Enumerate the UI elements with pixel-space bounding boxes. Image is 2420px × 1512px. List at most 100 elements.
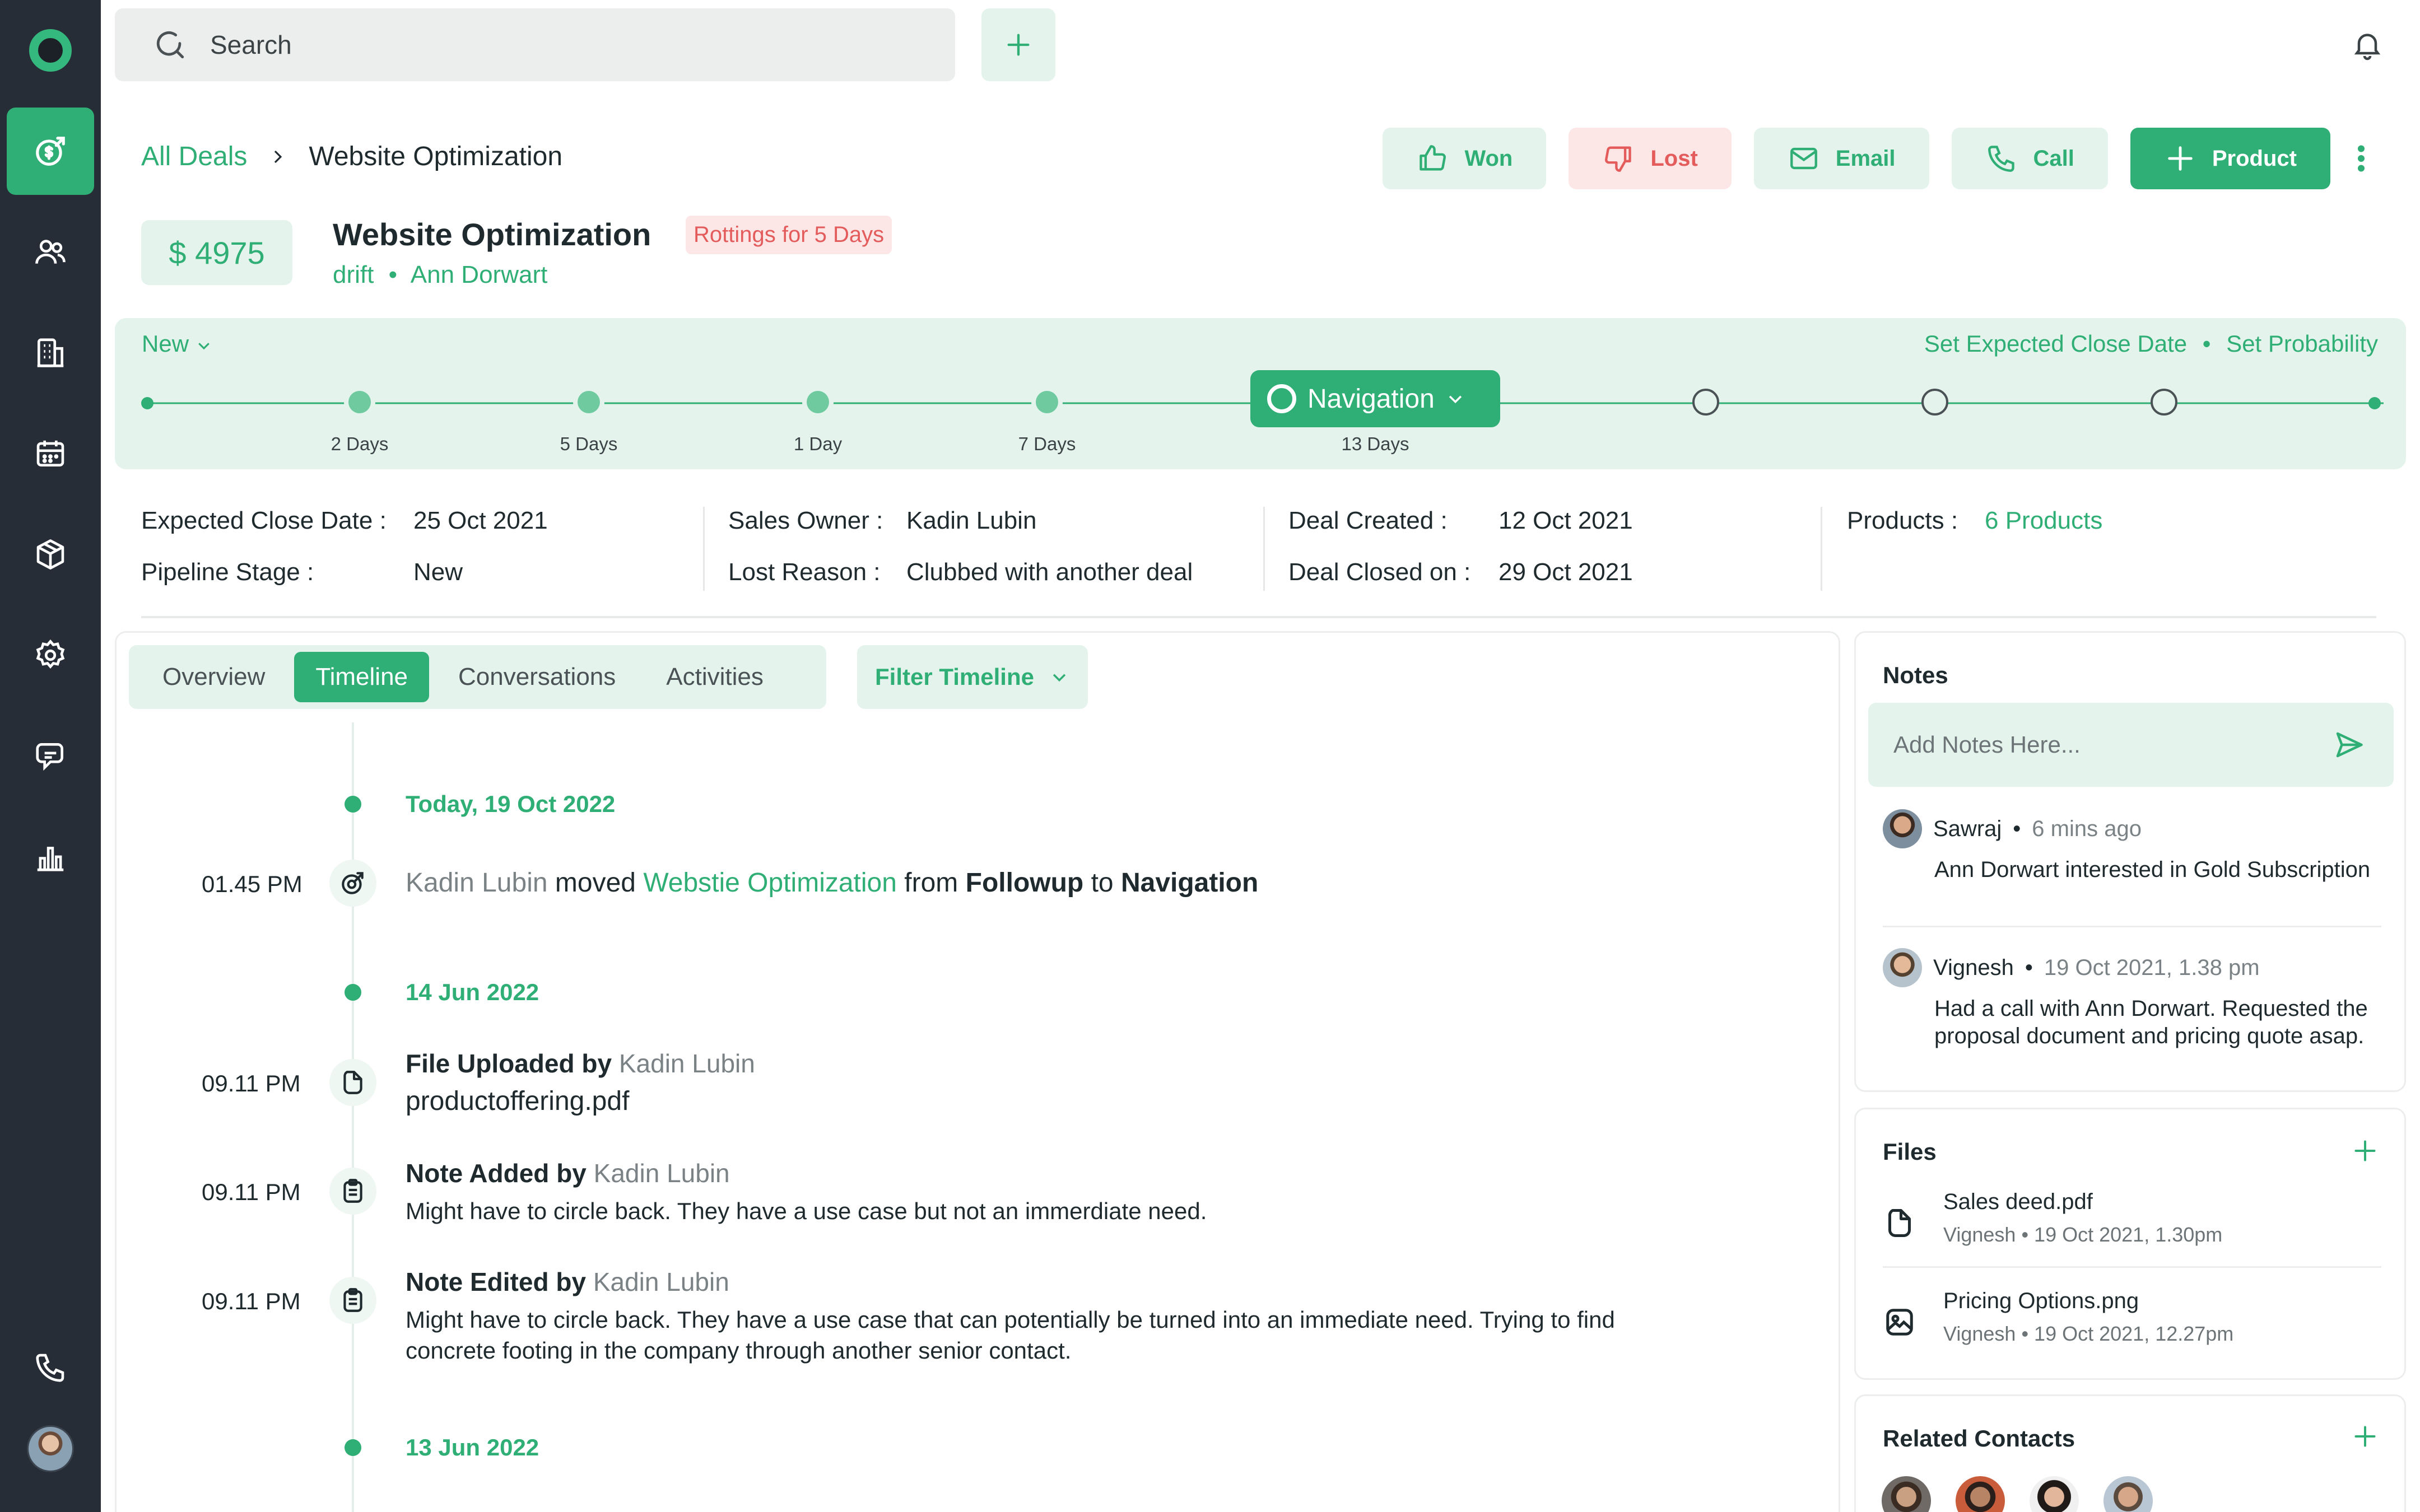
timeline-event-icon [329,1059,376,1106]
lost-button[interactable]: Lost [1569,128,1732,189]
deal-created-label: Deal Created : [1288,507,1448,534]
file-item[interactable]: Pricing Options.png Vignesh • 19 Oct 202… [1883,1289,2381,1373]
lost-reason-label: Lost Reason : [728,558,881,586]
event-action: File Uploaded [406,1049,575,1078]
expected-close-label: Expected Close Date : [141,507,387,534]
sidebar-products-button[interactable] [7,511,94,598]
contact-link[interactable]: Ann Dorwart [411,261,548,288]
file-meta: Vignesh • 19 Oct 2021, 12.27pm [1943,1322,2234,1345]
event-from-stage: Followup [965,868,1084,898]
tab-timeline[interactable]: Timeline [294,652,430,702]
divider [1883,926,2381,927]
chevron-right-icon [274,150,282,163]
add-product-button[interactable]: Product [2130,128,2330,189]
notes-title: Notes [1883,662,1948,688]
breadcrumb-all-deals-link[interactable]: All Deals [141,141,247,172]
pipeline-step-done[interactable] [807,391,829,413]
event-verb: moved [555,868,636,898]
tab-overview[interactable]: Overview [141,652,286,702]
call-label: Call [2033,146,2074,171]
event-deal-link[interactable]: Webstie Optimization [643,868,897,898]
pipeline-step-pending[interactable] [2151,389,2177,416]
file-item[interactable]: Sales deed.pdf Vignesh • 19 Oct 2021, 1.… [1883,1189,2381,1273]
pipeline-step-label: 1 Day [793,433,843,454]
deal-actions: Won Lost Email Call Product [1383,128,2330,189]
timeline-time: 09.11 PM [202,1070,301,1096]
plus-icon [2168,146,2193,171]
pipeline-step-done[interactable] [348,391,371,413]
pipeline-step-label: 2 Days [331,433,389,454]
company-link[interactable]: drift [333,261,374,288]
won-label: Won [1464,146,1513,171]
products-link[interactable]: 6 Products [1985,507,2102,558]
notes-panel: Notes Sawraj • 6 mins ago Ann Dorwart in… [1854,631,2406,1092]
timeline-event-text: Note Edited by Kadin Lubin [406,1267,729,1298]
products-label: Products : [1847,507,1958,534]
timeline-time: 09.11 PM [202,1179,301,1205]
email-button[interactable]: Email [1753,128,1929,189]
sidebar-settings-button[interactable] [7,612,94,699]
pipeline-step-pending[interactable] [1921,389,1948,416]
timeline-event-icon [329,860,376,907]
pipeline-step-label: 7 Days [1018,433,1076,454]
won-button[interactable]: Won [1383,128,1547,189]
add-file-icon[interactable] [2353,1138,2377,1163]
tab-conversations[interactable]: Conversations [437,652,637,702]
filter-timeline-dropdown[interactable]: Filter Timeline [857,645,1088,709]
add-contact-icon[interactable] [2353,1424,2377,1449]
notification-bell-icon[interactable] [2351,28,2384,62]
sidebar-phone-button[interactable] [7,1324,94,1411]
deal-amount: $ 4975 [141,220,292,285]
info-col-4: Products : 6 Products [1847,507,2102,558]
sidebar-calendar-button[interactable] [7,410,94,497]
sidebar-deals-button[interactable] [7,108,94,195]
notes-input[interactable] [1893,731,2314,758]
pipeline-stage-value: New [413,558,463,586]
send-icon[interactable] [2332,728,2366,762]
breadcrumb: All Deals Website Optimization [141,141,562,172]
more-options-icon[interactable] [2356,144,2367,172]
timeline-event-text: Note Added by Kadin Lubin [406,1158,730,1189]
file-name: Pricing Options.png [1943,1289,2139,1313]
deal-closed-value: 29 Oct 2021 [1498,558,1633,586]
current-stage-button[interactable]: Navigation [1250,370,1500,427]
search-bar[interactable] [115,8,955,81]
timeline-event-text: Kadin Lubin moved Webstie Optimization f… [406,867,1258,899]
sidebar-chat-button[interactable] [7,712,94,800]
pipeline-end-node [2368,397,2381,409]
note-item: Sawraj • 6 mins ago Ann Dorwart interest… [1883,809,2381,884]
phone-icon [1988,146,2014,172]
event-user[interactable]: Kadin Lubin [593,1267,729,1296]
search-icon [156,31,184,59]
note-body: Might have to circle back. They have a u… [406,1198,1207,1224]
expected-close-value: 25 Oct 2021 [413,507,548,534]
event-user[interactable]: Kadin Lubin [619,1049,755,1078]
filter-timeline-label: Filter Timeline [875,664,1034,690]
info-col-2: Sales Owner : Kadin Lubin Lost Reason : Cl… [728,507,1193,610]
pipeline-step-done[interactable] [1036,391,1058,413]
settings-icon [36,639,65,669]
divider [1883,1266,2381,1268]
notes-input-box[interactable] [1868,703,2394,787]
separator-dot: • [388,261,397,288]
search-input[interactable] [210,30,882,60]
sidebar-companies-button[interactable] [7,309,94,396]
note-text: Had a call with Ann Dorwart. Requested t… [1934,996,2368,1048]
user-avatar[interactable] [27,1425,74,1472]
call-button[interactable]: Call [1951,128,2108,189]
pipeline-step-done[interactable] [578,391,600,413]
sidebar-contacts-button[interactable] [7,208,94,296]
info-col-1: Expected Close Date : 25 Oct 2021 Pipelin… [141,507,548,610]
app-logo[interactable] [29,29,72,72]
event-user[interactable]: Kadin Lubin [406,868,548,898]
quick-add-button[interactable] [981,8,1055,81]
deal-subtitle: drift • Ann Dorwart [333,261,547,289]
timeline-line [352,722,354,1512]
event-to-stage: Navigation [1120,868,1259,898]
tab-activities[interactable]: Activities [645,652,785,702]
pipeline-step-pending[interactable] [1692,389,1719,416]
uploaded-file-link[interactable]: productoffering.pdf [406,1085,629,1118]
divider [1263,507,1265,591]
event-user[interactable]: Kadin Lubin [594,1159,730,1188]
sidebar-reports-button[interactable] [7,813,94,900]
